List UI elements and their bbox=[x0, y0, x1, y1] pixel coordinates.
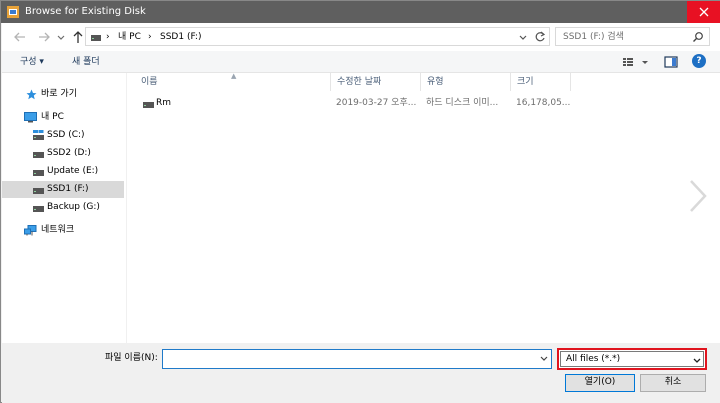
navigation-pane: 바로 가기 내 PC SSD (C:) SSD2 (D:) Update (E:… bbox=[2, 73, 126, 343]
file-list[interactable]: ▲ 이름 수정한 날짜 유형 크기 Rm 2019-03-27 오후... 하드… bbox=[126, 72, 720, 343]
file-name-label: 파일 이름(N): bbox=[105, 353, 158, 363]
sidebar-item-label: 내 PC bbox=[41, 112, 64, 122]
computer-icon bbox=[24, 112, 37, 126]
title-bar[interactable]: Browse for Existing Disk bbox=[1, 1, 720, 23]
drive-icon bbox=[33, 169, 44, 179]
chevron-down-icon bbox=[540, 356, 548, 361]
open-button[interactable]: 열기(O) bbox=[565, 374, 635, 392]
sidebar-item-label: SSD2 (D:) bbox=[47, 148, 91, 158]
sidebar-item-label: Update (E:) bbox=[47, 166, 99, 176]
command-toolbar: 구성 ▾ 새 폴더 ? bbox=[2, 51, 720, 73]
file-type-field[interactable]: All files (*.*) bbox=[560, 351, 704, 367]
sidebar-item-label: SSD (C:) bbox=[47, 130, 85, 140]
file-size: 16,178,05... bbox=[516, 98, 571, 108]
address-bar[interactable]: › 내 PC › SSD1 (F:) bbox=[85, 27, 550, 46]
sidebar-item-label: 네트워크 bbox=[41, 225, 75, 235]
app-icon bbox=[7, 6, 19, 18]
arrow-left-icon bbox=[14, 32, 25, 42]
file-name: Rm bbox=[156, 98, 172, 108]
sidebar-item-drive-f[interactable]: SSD1 (F:) bbox=[2, 181, 124, 198]
network-icon bbox=[24, 225, 37, 239]
arrow-right-icon bbox=[39, 32, 50, 42]
file-type: 하드 디스크 이미... bbox=[426, 98, 499, 108]
view-list-icon bbox=[623, 58, 648, 66]
forward-button[interactable] bbox=[36, 29, 52, 45]
help-button[interactable]: ? bbox=[692, 54, 706, 68]
file-type-select[interactable]: All files (*.*) bbox=[557, 348, 707, 370]
breadcrumb-separator[interactable]: › bbox=[106, 30, 110, 44]
chevron-down-icon bbox=[519, 35, 527, 40]
sidebar-item-drive-c[interactable]: SSD (C:) bbox=[2, 127, 124, 144]
drive-icon bbox=[91, 34, 101, 41]
refresh-button[interactable] bbox=[534, 30, 546, 47]
close-icon bbox=[699, 7, 709, 17]
sidebar-item-drive-e[interactable]: Update (E:) bbox=[2, 163, 124, 180]
chevron-down-icon bbox=[692, 357, 702, 368]
file-type-value: All files (*.*) bbox=[566, 354, 621, 364]
preview-pane-button[interactable] bbox=[664, 55, 678, 69]
windows-drive-icon bbox=[33, 130, 44, 143]
recent-locations-button[interactable] bbox=[56, 29, 66, 45]
drive-icon bbox=[33, 151, 44, 161]
file-name-panel: 파일 이름(N): All files (*.*) 열기(O) 취소 bbox=[2, 343, 720, 403]
drive-icon bbox=[33, 187, 44, 197]
dialog-window: Browse for Existing Disk › 내 PC › SSD1 (… bbox=[0, 0, 720, 403]
navigation-bar: › 내 PC › SSD1 (F:) SSD1 (F:) 검색 bbox=[2, 23, 720, 51]
column-header-date[interactable]: 수정한 날짜 bbox=[331, 73, 421, 91]
breadcrumb-item[interactable]: SSD1 (F:) bbox=[160, 30, 201, 44]
back-button[interactable] bbox=[12, 29, 28, 45]
sidebar-item-drive-d[interactable]: SSD2 (D:) bbox=[2, 145, 124, 162]
chevron-down-icon bbox=[57, 35, 65, 40]
search-box[interactable]: SSD1 (F:) 검색 bbox=[555, 27, 710, 46]
sidebar-item-label: 바로 가기 bbox=[41, 89, 77, 99]
sidebar-item-network[interactable]: 네트워크 bbox=[2, 222, 124, 239]
sidebar-item-this-pc[interactable]: 내 PC bbox=[2, 109, 124, 126]
column-header-type[interactable]: 유형 bbox=[421, 73, 511, 91]
sidebar-item-quick-access[interactable]: 바로 가기 bbox=[2, 86, 124, 103]
sidebar-item-drive-g[interactable]: Backup (G:) bbox=[2, 199, 124, 216]
new-folder-button[interactable]: 새 폴더 bbox=[72, 55, 100, 69]
breadcrumb-item[interactable]: 내 PC bbox=[118, 30, 141, 44]
column-header-name[interactable]: 이름 bbox=[135, 73, 331, 91]
arrow-up-icon bbox=[73, 31, 83, 43]
disk-image-icon bbox=[143, 101, 154, 111]
breadcrumb-separator[interactable]: › bbox=[148, 30, 152, 44]
organize-button[interactable]: 구성 ▾ bbox=[20, 55, 44, 69]
sidebar-item-label: Backup (G:) bbox=[47, 202, 100, 212]
change-view-button[interactable] bbox=[622, 55, 652, 69]
sidebar-item-label: SSD1 (F:) bbox=[47, 184, 89, 194]
file-date: 2019-03-27 오후... bbox=[336, 98, 417, 108]
chevron-right-icon[interactable] bbox=[687, 178, 709, 217]
file-name-input[interactable] bbox=[162, 349, 552, 369]
cancel-button[interactable]: 취소 bbox=[640, 374, 706, 392]
star-icon bbox=[26, 89, 37, 103]
address-dropdown-button[interactable] bbox=[518, 31, 528, 46]
column-header-size[interactable]: 크기 bbox=[511, 73, 571, 91]
drive-icon bbox=[33, 205, 44, 215]
preview-pane-icon bbox=[664, 56, 678, 68]
search-icon[interactable] bbox=[692, 31, 704, 46]
window-title: Browse for Existing Disk bbox=[25, 6, 146, 17]
close-button[interactable] bbox=[687, 1, 720, 23]
refresh-icon bbox=[535, 31, 546, 42]
table-row[interactable]: Rm 2019-03-27 오후... 하드 디스크 이미... 16,178,… bbox=[135, 95, 571, 113]
file-name-dropdown[interactable] bbox=[539, 354, 549, 367]
search-input[interactable]: SSD1 (F:) 검색 bbox=[563, 30, 624, 44]
